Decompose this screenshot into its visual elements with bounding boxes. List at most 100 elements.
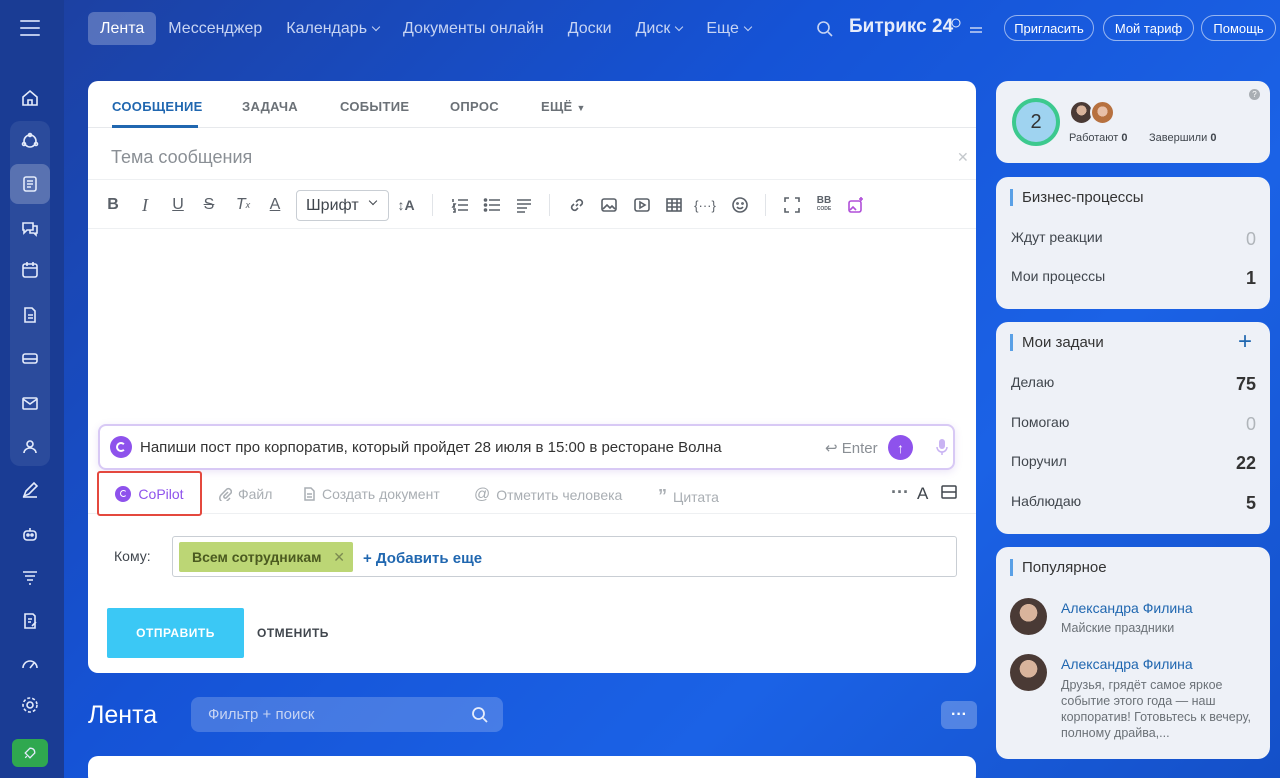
signature-icon[interactable] xyxy=(10,470,50,510)
bp-title: Бизнес-процессы xyxy=(1010,189,1144,206)
copilot-input[interactable]: Напиши пост про корпоратив, который прой… xyxy=(140,439,722,456)
robot-icon[interactable] xyxy=(10,514,50,554)
cancel-button[interactable]: ОТМЕНИТЬ xyxy=(257,626,329,640)
tab-message[interactable]: СООБЩЕНИЕ xyxy=(112,99,203,114)
text-color-icon[interactable]: A xyxy=(264,194,286,216)
nav-boards[interactable]: Доски xyxy=(556,12,624,45)
remove-icon[interactable]: ✕ xyxy=(333,549,345,566)
table-icon[interactable] xyxy=(663,194,685,216)
tariff-button[interactable]: Мой тариф xyxy=(1103,15,1194,41)
more-dots-icon[interactable]: ··· xyxy=(891,482,909,503)
nav-calendar[interactable]: Календарь xyxy=(274,12,391,45)
nav-more[interactable]: Еще xyxy=(694,12,763,45)
popular-author[interactable]: Александра Филина xyxy=(1061,656,1193,672)
nav-docs-online[interactable]: Документы онлайн xyxy=(391,12,556,45)
bbcode-icon[interactable]: BB CODE xyxy=(813,194,835,216)
chat-icon[interactable] xyxy=(10,208,50,248)
clear-format-icon[interactable]: Tx xyxy=(232,194,254,216)
send-button[interactable]: ОТПРАВИТЬ xyxy=(107,608,244,658)
underline-icon[interactable]: U xyxy=(167,194,189,216)
nav-feed[interactable]: Лента xyxy=(88,12,157,45)
task-row[interactable]: Поручил 22 xyxy=(1011,453,1256,474)
microphone-icon[interactable] xyxy=(935,437,949,457)
copilot-button[interactable]: CoPilot xyxy=(97,471,202,516)
bp-row-label: Ждут реакции xyxy=(1011,229,1103,245)
ai-image-icon[interactable] xyxy=(845,194,867,216)
employees-icon[interactable] xyxy=(10,427,50,467)
paperclip-icon xyxy=(219,487,232,501)
align-icon[interactable] xyxy=(513,194,535,216)
text-format-icon[interactable]: A xyxy=(917,484,928,504)
filter-search-input[interactable]: Фильтр + поиск xyxy=(191,697,503,732)
avatar[interactable] xyxy=(1010,654,1047,691)
invite-button[interactable]: Пригласить xyxy=(1004,15,1094,41)
document-icon[interactable] xyxy=(10,295,50,335)
task-row[interactable]: Помогаю 0 xyxy=(1011,414,1256,435)
italic-icon[interactable]: I xyxy=(134,194,156,216)
active-tab-indicator xyxy=(112,125,198,128)
task-row[interactable]: Наблюдаю 5 xyxy=(1011,493,1256,514)
image-icon[interactable] xyxy=(598,194,620,216)
search-icon[interactable] xyxy=(816,20,834,38)
panel-icon[interactable] xyxy=(941,485,963,499)
rocket-icon[interactable] xyxy=(12,739,48,767)
recipient-tag[interactable]: Всем сотрудникам ✕ xyxy=(179,542,353,572)
attach-file-button[interactable]: Файл xyxy=(218,486,272,502)
link-icon[interactable] xyxy=(566,194,588,216)
close-icon[interactable]: ✕ xyxy=(957,149,969,166)
settings-icon[interactable] xyxy=(10,685,50,725)
code-icon[interactable]: {···} xyxy=(694,194,716,216)
bullet-list-icon[interactable] xyxy=(481,194,503,216)
popular-text[interactable]: Майские праздники xyxy=(1061,620,1261,636)
font-select[interactable]: Шрифт xyxy=(296,190,389,221)
video-icon[interactable] xyxy=(631,194,653,216)
feed-icon[interactable] xyxy=(10,164,50,204)
fullscreen-icon[interactable] xyxy=(781,194,803,216)
recipients-field[interactable]: Всем сотрудникам ✕ + Добавить еще xyxy=(172,536,957,577)
mention-button[interactable]: @ Отметить человека xyxy=(474,486,622,504)
copilot-send-button[interactable]: ↑ xyxy=(888,435,913,460)
calendar-icon[interactable] xyxy=(10,250,50,290)
bp-row-waiting[interactable]: Ждут реакции 0 xyxy=(1011,229,1256,250)
contract-icon[interactable] xyxy=(10,601,50,641)
speedometer-icon[interactable] xyxy=(10,643,50,683)
funnel-icon[interactable] xyxy=(10,558,50,598)
subject-input[interactable]: Тема сообщения xyxy=(111,147,252,168)
numbered-list-icon[interactable] xyxy=(449,194,471,216)
drive-icon[interactable] xyxy=(10,338,50,378)
tab-event[interactable]: СОБЫТИЕ xyxy=(340,99,409,114)
create-document-label: Создать документ xyxy=(322,486,440,502)
home-icon[interactable] xyxy=(10,78,50,118)
tab-more[interactable]: ЕЩЁ ▼ xyxy=(541,99,586,114)
bp-row-mine[interactable]: Мои процессы 1 xyxy=(1011,268,1256,289)
strikethrough-icon[interactable]: S xyxy=(198,194,220,216)
team-count[interactable]: 2 xyxy=(1012,98,1060,146)
brand-logo[interactable]: Битрикс 24 xyxy=(849,16,953,38)
tab-poll[interactable]: ОПРОС xyxy=(450,99,499,114)
tab-task[interactable]: ЗАДАЧА xyxy=(242,99,298,114)
collab-icon[interactable] xyxy=(10,121,50,161)
task-row-value: 22 xyxy=(1235,453,1256,473)
quote-button[interactable]: ” Цитата xyxy=(658,486,719,507)
working-stat: Работают 0 xyxy=(1069,132,1128,144)
add-task-button[interactable]: + xyxy=(1238,328,1252,356)
font-size-icon[interactable]: ↕A xyxy=(395,194,417,216)
popular-author[interactable]: Александра Филина xyxy=(1061,600,1193,616)
help-button[interactable]: Помощь xyxy=(1201,15,1276,41)
bold-icon[interactable]: B xyxy=(102,194,124,216)
create-document-button[interactable]: Создать документ xyxy=(302,486,440,502)
avatar[interactable] xyxy=(1010,598,1047,635)
settings-toggle-icon[interactable] xyxy=(969,24,983,36)
popular-text[interactable]: Друзья, грядёт самое яркое событие этого… xyxy=(1061,677,1261,741)
nav-messenger[interactable]: Мессенджер xyxy=(156,12,274,45)
avatar[interactable] xyxy=(1090,100,1115,125)
help-icon[interactable]: ? xyxy=(1249,89,1260,100)
nav-disk[interactable]: Диск xyxy=(624,12,695,45)
task-row[interactable]: Делаю 75 xyxy=(1011,374,1256,395)
add-recipient-link[interactable]: + Добавить еще xyxy=(363,550,482,567)
copilot-icon xyxy=(115,485,132,502)
emoji-icon[interactable] xyxy=(726,194,754,216)
menu-icon[interactable] xyxy=(20,20,40,36)
feed-menu-button[interactable]: ··· xyxy=(941,701,977,729)
mail-icon[interactable] xyxy=(10,383,50,423)
